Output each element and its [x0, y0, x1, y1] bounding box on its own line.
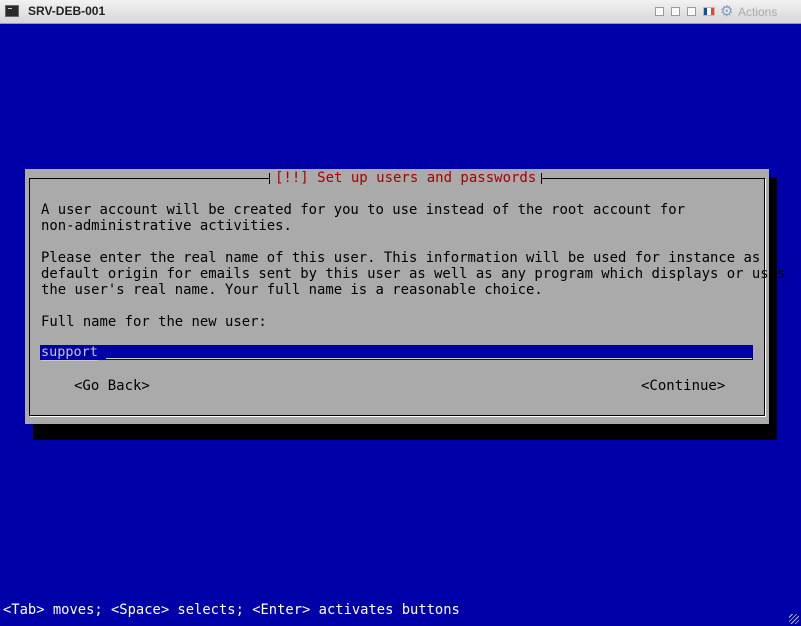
language-flag-icon[interactable] [703, 7, 715, 16]
field-label: Full name for the new user: [41, 314, 267, 330]
window-title: SRV-DEB-001 [28, 4, 106, 18]
actions-menu-button[interactable]: Actions [738, 5, 777, 19]
full-name-value: support [41, 344, 98, 361]
full-name-input[interactable]: support [40, 344, 753, 361]
window-titlebar: SRV-DEB-001 ⚙ Actions [0, 0, 801, 24]
setup-users-dialog: [!!] Set up users and passwords A user a… [25, 169, 785, 424]
terminal-icon [5, 5, 19, 17]
gear-icon[interactable]: ⚙ [720, 2, 733, 20]
keyboard-hint: <Tab> moves; <Space> selects; <Enter> ac… [3, 602, 460, 618]
go-back-button[interactable]: <Go Back> [74, 377, 150, 395]
instruction-text: Please enter the real name of this user.… [41, 250, 786, 298]
window-restore-icon[interactable] [655, 7, 664, 16]
window-maximize-icon[interactable] [687, 7, 696, 16]
continue-button[interactable]: <Continue> [641, 377, 725, 395]
input-underline [106, 358, 752, 359]
dialog-title: [!!] Set up users and passwords [269, 169, 543, 187]
window-minimize-icon[interactable] [671, 7, 680, 16]
intro-text: A user account will be created for you t… [41, 202, 685, 234]
resize-grip-icon[interactable] [789, 614, 799, 624]
